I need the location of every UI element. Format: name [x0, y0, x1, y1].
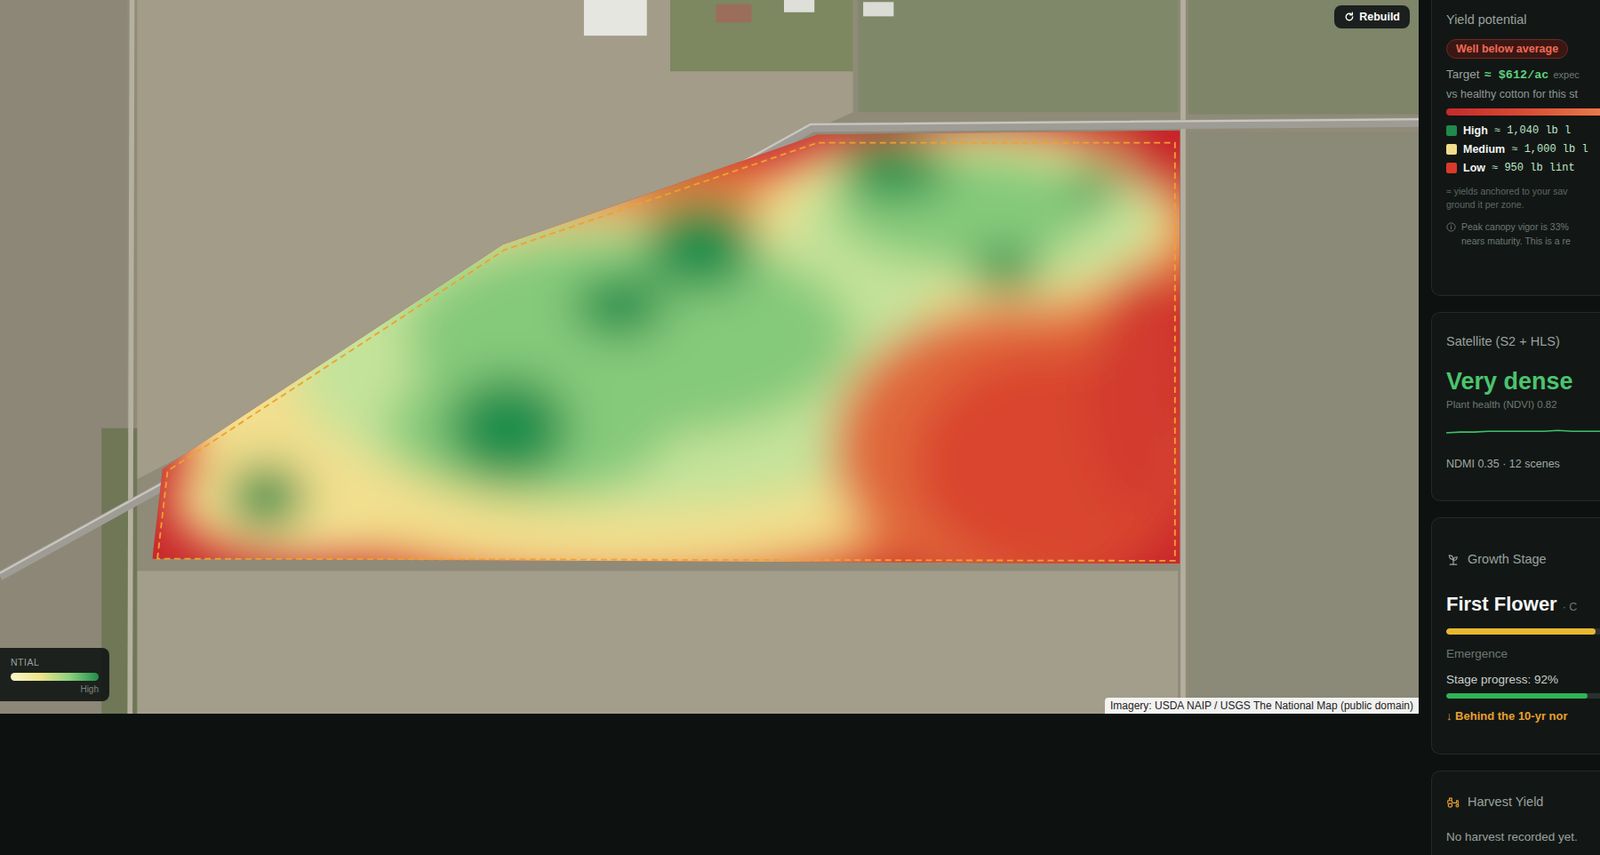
zone-value: ≈ 1,040 lb l — [1494, 124, 1571, 137]
zone-swatch — [1446, 125, 1457, 136]
info-line: Peak canopy vigor is 33% — [1461, 220, 1571, 234]
refresh-icon — [1344, 11, 1355, 23]
progress-bar — [1446, 693, 1600, 699]
ndvi-label: Plant health (NDVI) 0.82 — [1446, 399, 1600, 410]
current-stage: First Flower — [1446, 592, 1558, 616]
field-boundary[interactable] — [157, 143, 1176, 561]
zone-value: ≈ 950 lb lint — [1491, 161, 1576, 175]
app: Rebuild NTIAL High Imagery: USDA NAIP / USG… — [0, 0, 1600, 855]
note-line: ≈ yields anchored to your sav — [1446, 184, 1600, 199]
legend-gradient — [10, 672, 99, 681]
target-value: ≈ $612/ac — [1484, 68, 1550, 82]
target-suffix: expec — [1552, 69, 1579, 80]
norm-status: ↓ Behind the 10-yr nor — [1446, 709, 1600, 723]
zone-label: Medium — [1463, 143, 1505, 156]
map[interactable]: Rebuild NTIAL High Imagery: USDA NAIP / USG… — [0, 0, 1419, 714]
stage-suffix: · C — [1562, 600, 1578, 614]
card-title: Growth Stage — [1467, 552, 1547, 567]
info-note: Peak canopy vigor is 33%nears maturity. … — [1446, 220, 1600, 248]
zone-swatch — [1446, 162, 1457, 174]
zone-row: Low ≈ 950 lb lint — [1446, 161, 1600, 175]
card-title: Yield potential — [1446, 12, 1600, 27]
growth-card: Growth Stage First Flower · C Emergence Stag… — [1431, 517, 1600, 755]
rebuild-button[interactable]: Rebuild — [1334, 5, 1410, 29]
previous-stage: Emergence — [1446, 647, 1600, 661]
yield-badge: Well below average — [1446, 39, 1568, 59]
satellite-card: Satellite (S2 + HLS) Very dense Plant heal… — [1431, 312, 1600, 502]
stage-row: First Flower · C — [1446, 592, 1600, 616]
imagery-attribution: Imagery: USDA NAIP / USGS The National M… — [1104, 697, 1419, 714]
sidebar: Yield potential Well below average Target ≈… — [1418, 0, 1600, 855]
zone-row: High ≈ 1,040 lb l — [1446, 124, 1600, 137]
density-status: Very dense — [1446, 368, 1600, 396]
zone-list: High ≈ 1,040 lb l Medium ≈ 1,000 lb l Low ≈ 9… — [1446, 124, 1600, 175]
harvest-card: Harvest Yield No harvest recorded yet. — [1431, 770, 1600, 855]
progress-label: Stage progress: 92% — [1446, 672, 1600, 687]
rebuild-label: Rebuild — [1359, 10, 1400, 24]
target-row: Target ≈ $612/acexpec — [1446, 67, 1600, 82]
progress-fill — [1446, 693, 1588, 699]
zone-label: Low — [1463, 161, 1486, 175]
legend-high-label: High — [10, 684, 99, 695]
card-header: Harvest Yield — [1446, 794, 1600, 809]
ndvi-sparkline — [1446, 416, 1600, 449]
zone-row: Medium ≈ 1,000 lb l — [1446, 143, 1600, 156]
legend-title: NTIAL — [10, 656, 99, 668]
zone-value: ≈ 1,000 lb l — [1511, 143, 1588, 156]
target-label: Target — [1446, 67, 1480, 81]
card-title: Harvest Yield — [1467, 794, 1544, 809]
yield-gradient-bar — [1446, 108, 1600, 116]
yield-note: ≈ yields anchored to your savground it p… — [1446, 184, 1600, 212]
aerial-imagery — [0, 0, 1419, 714]
map-column: Rebuild NTIAL High Imagery: USDA NAIP / USG… — [0, 0, 1419, 855]
card-title: Satellite (S2 + HLS) — [1446, 334, 1600, 349]
comparison-text: vs healthy cotton for this st — [1446, 88, 1600, 101]
info-icon — [1446, 222, 1456, 232]
timeline-fill — [1446, 628, 1596, 635]
zone-swatch — [1446, 144, 1457, 155]
info-line: nears maturity. This is a re — [1461, 234, 1571, 248]
yield-card: Yield potential Well below average Target ≈… — [1431, 0, 1600, 296]
ndmi-footer: NDMI 0.35 · 12 scenes — [1446, 457, 1600, 471]
note-line: ground it per zone. — [1446, 198, 1600, 212]
aerial-map[interactable] — [0, 0, 1419, 714]
zone-label: High — [1463, 124, 1488, 137]
card-header: Growth Stage — [1446, 552, 1600, 567]
sprout-icon — [1446, 552, 1461, 567]
stage-timeline — [1446, 628, 1600, 635]
tractor-icon — [1446, 795, 1461, 809]
yield-heatmap — [101, 102, 1219, 613]
map-legend: NTIAL High — [0, 648, 110, 702]
harvest-message: No harvest recorded yet. — [1446, 830, 1600, 844]
